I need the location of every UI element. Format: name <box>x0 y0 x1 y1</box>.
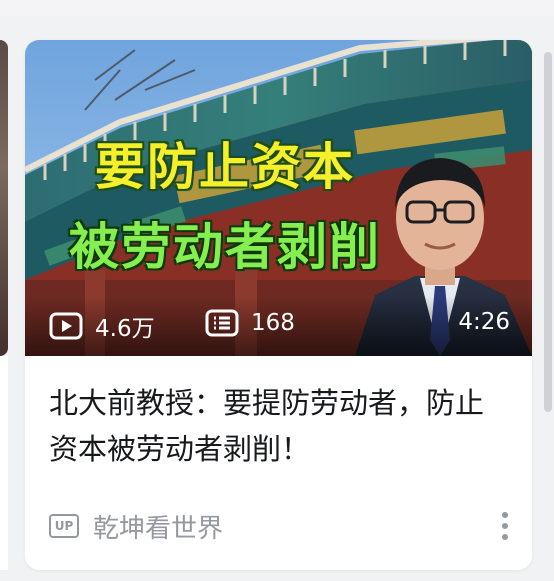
feed-page: 要防止资本 被劳动者剥削 4.6万 168 4:26 北大前教授：要提防劳动者，… <box>0 0 554 581</box>
danmaku-count-text: 168 <box>251 310 295 336</box>
more-vertical-icon <box>502 512 508 518</box>
view-count: 4.6万 <box>49 309 155 343</box>
play-icon <box>49 312 83 340</box>
danmaku-count: 168 <box>205 309 295 337</box>
adjacent-card-thumbnail-edge[interactable] <box>0 40 8 356</box>
danmaku-icon <box>205 309 239 337</box>
video-duration: 4:26 <box>458 309 510 335</box>
scrollbar-thumb[interactable] <box>544 52 552 412</box>
thumbnail-headline-line1: 要防止资本 <box>95 138 355 196</box>
more-vertical-icon-dot <box>502 534 508 540</box>
author-row: UP 乾坤看世界 <box>49 506 515 546</box>
video-thumbnail[interactable]: 要防止资本 被劳动者剥削 4.6万 168 4:26 <box>25 40 532 356</box>
video-card[interactable]: 要防止资本 被劳动者剥削 4.6万 168 4:26 北大前教授：要提防劳动者，… <box>25 40 532 570</box>
previous-card-bottom-edge <box>0 0 554 16</box>
thumbnail-headline-line2: 被劳动者剥削 <box>69 218 381 276</box>
scrollbar-track[interactable] <box>542 16 554 581</box>
more-vertical-icon-dot <box>502 523 508 529</box>
author-name[interactable]: 乾坤看世界 <box>93 508 223 545</box>
up-badge-icon: UP <box>49 514 79 538</box>
more-options-button[interactable] <box>495 508 515 544</box>
view-count-text: 4.6万 <box>95 316 155 342</box>
video-title[interactable]: 北大前教授：要提防劳动者，防止资本被劳动者剥削！ <box>49 380 509 472</box>
adjacent-card-body-edge[interactable] <box>0 356 8 570</box>
